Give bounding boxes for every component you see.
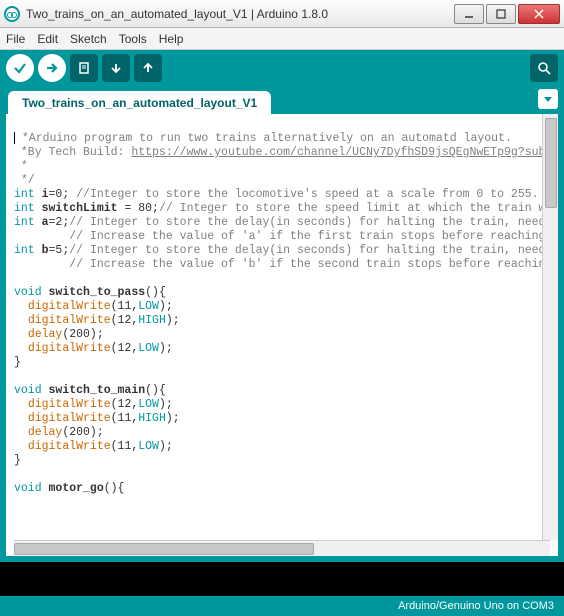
editor-area: *Arduino program to run two trains alter… — [0, 114, 564, 556]
vertical-scrollbar-thumb[interactable] — [545, 118, 557, 208]
arduino-app-icon — [4, 6, 20, 22]
horizontal-scrollbar-thumb[interactable] — [14, 543, 314, 555]
horizontal-scrollbar[interactable] — [14, 540, 550, 556]
menu-edit[interactable]: Edit — [37, 32, 58, 46]
tab-menu-button[interactable] — [538, 89, 558, 109]
code-editor[interactable]: *Arduino program to run two trains alter… — [6, 114, 558, 540]
menu-tools[interactable]: Tools — [119, 32, 147, 46]
sketch-tab[interactable]: Two_trains_on_an_automated_layout_V1 — [8, 91, 271, 114]
close-button[interactable] — [518, 4, 560, 24]
open-sketch-button[interactable] — [102, 54, 130, 82]
verify-button[interactable] — [6, 54, 34, 82]
toolbar — [0, 50, 564, 86]
tab-bar: Two_trains_on_an_automated_layout_V1 — [0, 86, 564, 114]
board-port-label: Arduino/Genuino Uno on COM3 — [398, 600, 554, 612]
minimize-button[interactable] — [454, 4, 484, 24]
new-sketch-button[interactable] — [70, 54, 98, 82]
vertical-scrollbar[interactable] — [542, 114, 558, 540]
serial-monitor-button[interactable] — [530, 54, 558, 82]
footer-bar: Arduino/Genuino Uno on COM3 — [0, 596, 564, 616]
save-sketch-button[interactable] — [134, 54, 162, 82]
menu-help[interactable]: Help — [159, 32, 184, 46]
menu-sketch[interactable]: Sketch — [70, 32, 107, 46]
menu-file[interactable]: File — [6, 32, 25, 46]
maximize-button[interactable] — [486, 4, 516, 24]
console-output[interactable] — [0, 562, 564, 596]
upload-button[interactable] — [38, 54, 66, 82]
window-titlebar: Two_trains_on_an_automated_layout_V1 | A… — [0, 0, 564, 28]
window-title: Two_trains_on_an_automated_layout_V1 | A… — [26, 7, 452, 21]
menu-bar: File Edit Sketch Tools Help — [0, 28, 564, 50]
